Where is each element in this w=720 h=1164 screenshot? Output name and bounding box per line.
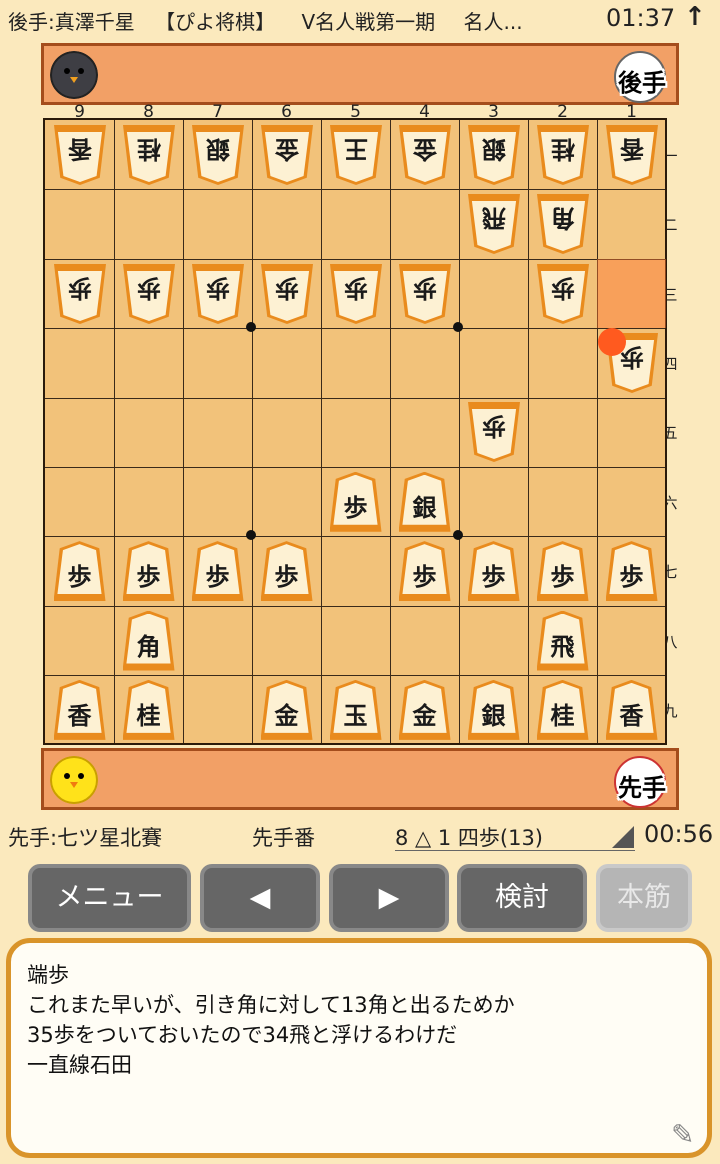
last-move: 8 △ 1 四歩(13)	[395, 826, 544, 850]
highlight-square	[597, 258, 666, 329]
mainline-button[interactable]: 本筋	[596, 864, 692, 932]
grid-line	[45, 328, 665, 330]
grid-line	[45, 536, 665, 538]
move-underline	[395, 850, 635, 851]
grid-line	[459, 120, 460, 743]
sente-piece[interactable]: 歩	[398, 541, 451, 602]
grid-line	[45, 467, 665, 468]
comment-line: 一直線石田	[27, 1053, 132, 1077]
turn-indicator: 先手番	[252, 826, 315, 850]
grid-line	[252, 120, 253, 743]
gote-piece[interactable]: 角	[537, 194, 589, 254]
gote-piece[interactable]: 桂	[123, 125, 175, 185]
sente-piece[interactable]: 歩	[122, 541, 175, 602]
sente-piece[interactable]: 香	[53, 679, 106, 740]
gote-piece[interactable]: 王	[330, 125, 382, 185]
sente-piece[interactable]: 歩	[191, 541, 244, 602]
grid-line	[321, 120, 322, 743]
comment-box[interactable]: 端歩 これまた早いが、引き角に対して13角と出るためか 35歩をついておいたので…	[6, 938, 712, 1158]
sente-piece[interactable]: 歩	[260, 541, 313, 602]
grid-line	[114, 120, 115, 743]
gote-piece[interactable]: 歩	[330, 264, 382, 324]
gote-piece[interactable]: 歩	[54, 264, 106, 324]
sente-piece[interactable]: 歩	[53, 541, 106, 602]
gote-piece[interactable]: 金	[261, 125, 313, 185]
sente-piece[interactable]: 歩	[536, 541, 589, 602]
grid-line	[45, 397, 665, 399]
sente-piece[interactable]: 玉	[329, 679, 382, 740]
gote-piece[interactable]: 銀	[192, 125, 244, 185]
grid-line	[390, 120, 391, 743]
sente-piece[interactable]: 歩	[467, 541, 520, 602]
analyze-button[interactable]: 検討	[457, 864, 587, 932]
grid-line	[45, 258, 665, 260]
gote-piece[interactable]: 歩	[261, 264, 313, 324]
next-button[interactable]: ▶	[329, 864, 449, 932]
sente-piece[interactable]: 香	[605, 679, 658, 740]
gote-piece[interactable]: 歩	[537, 264, 589, 324]
grid-line	[45, 605, 665, 607]
sente-piece[interactable]: 銀	[467, 679, 520, 740]
app-name: 【ぴよ将棋】	[155, 10, 276, 34]
sente-clock: 00:56	[644, 820, 714, 848]
gote-piece[interactable]: 歩	[123, 264, 175, 324]
grid-line	[45, 189, 665, 191]
sente-badge: 先手	[614, 756, 666, 808]
prev-button[interactable]: ◀	[200, 864, 320, 932]
move-list-dropdown-icon[interactable]	[612, 826, 634, 848]
gote-piece[interactable]: 香	[606, 125, 658, 185]
sente-piece[interactable]: 桂	[536, 679, 589, 740]
gote-piece[interactable]: 金	[399, 125, 451, 185]
gote-hand-area[interactable]: 後手	[41, 43, 679, 105]
sente-hand-area[interactable]: 先手	[41, 748, 679, 810]
gote-badge: 後手	[614, 51, 666, 103]
gote-player-label: 後手:真澤千星	[8, 10, 135, 34]
sente-piece[interactable]: 角	[122, 610, 175, 671]
top-bar: 後手:真澤千星 【ぴよ将棋】 V名人戦第一期 名人... 01:37 ↑	[0, 0, 720, 42]
gote-piece[interactable]: 歩	[399, 264, 451, 324]
sente-piece[interactable]: 歩	[605, 541, 658, 602]
star-point	[453, 530, 463, 541]
event-name: V名人戦第一期	[301, 10, 436, 34]
sente-player-label: 先手:七ツ星北賽	[8, 826, 163, 850]
gote-clock: 01:37	[606, 4, 676, 32]
edit-pencil-icon[interactable]: ✎	[671, 1118, 694, 1151]
sente-piece[interactable]: 飛	[536, 610, 589, 671]
grid-line	[45, 675, 665, 677]
sente-piece[interactable]: 歩	[329, 471, 382, 532]
gote-piece[interactable]: 歩	[192, 264, 244, 324]
sente-piece[interactable]: 桂	[122, 679, 175, 740]
star-point	[246, 322, 256, 333]
comment-line: 端歩	[27, 963, 69, 987]
gote-piece[interactable]: 桂	[537, 125, 589, 185]
grid-line	[528, 120, 529, 743]
star-point	[246, 530, 256, 541]
header-title: 後手:真澤千星 【ぴよ将棋】 V名人戦第一期 名人...	[8, 6, 523, 35]
gote-piece[interactable]: 歩	[468, 402, 520, 462]
grid-line	[597, 120, 598, 743]
comment-line: これまた早いが、引き角に対して13角と出るためか	[27, 993, 515, 1017]
sente-piece[interactable]: 銀	[398, 471, 451, 532]
sente-bird-avatar-icon	[50, 756, 98, 804]
gote-piece[interactable]: 飛	[468, 194, 520, 254]
flip-arrow-icon[interactable]: ↑	[684, 2, 706, 32]
status-bar: 先手:七ツ星北賽 先手番 8 △ 1 四歩(13) 00:56	[0, 818, 720, 854]
sente-piece[interactable]: 金	[398, 679, 451, 740]
star-point	[453, 322, 463, 333]
gote-bird-avatar-icon	[50, 51, 98, 99]
move-marker	[598, 328, 626, 356]
gote-piece[interactable]: 香	[54, 125, 106, 185]
comment-line: 35歩をついておいたので34飛と浮けるわけだ	[27, 1023, 458, 1047]
sente-piece[interactable]: 金	[260, 679, 313, 740]
menu-button[interactable]: メニュー	[28, 864, 191, 932]
gote-piece[interactable]: 銀	[468, 125, 520, 185]
grid-line	[183, 120, 184, 743]
title-truncated: 名人...	[463, 10, 523, 34]
